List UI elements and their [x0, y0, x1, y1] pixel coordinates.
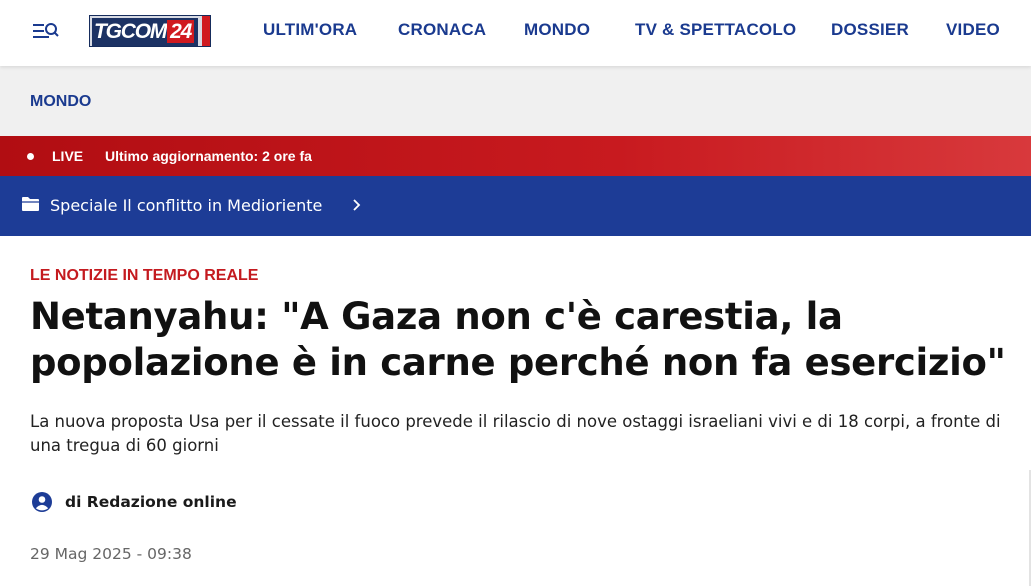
logo-wordmark: TGCOM 24: [92, 18, 199, 46]
article-subtitle: La nuova proposta Usa per il cessate il …: [30, 412, 1001, 455]
nav-video[interactable]: VIDEO: [946, 20, 1000, 40]
publish-date: 29 Mag 2025 - 09:38: [30, 545, 192, 563]
logo-number: 24: [167, 20, 195, 43]
last-update-text: Ultimo aggiornamento: 2 ore fa: [105, 148, 312, 164]
nav-dossier[interactable]: DOSSIER: [831, 20, 909, 40]
article-title: Netanyahu: "A Gaza non c'è carestia, la …: [30, 295, 1006, 384]
nav-mondo[interactable]: MONDO: [524, 20, 590, 40]
live-dot-icon: [27, 153, 34, 160]
logo-stripe: [202, 16, 210, 46]
section-label-mondo[interactable]: MONDO: [30, 93, 91, 111]
special-label: Speciale Il conflitto in Medioriente: [50, 196, 323, 215]
top-header: TGCOM 24 ULTIM'ORA CRONACA MONDO TV & SPE…: [0, 0, 1031, 66]
nav-tv-spettacolo[interactable]: TV & SPETTACOLO: [635, 20, 796, 40]
folder-icon: [22, 197, 39, 211]
user-circle-icon: [32, 492, 52, 512]
tgcom24-logo[interactable]: TGCOM 24: [89, 15, 211, 47]
special-coverage-link[interactable]: Speciale Il conflitto in Medioriente: [0, 176, 1031, 236]
live-bar: LIVE Ultimo aggiornamento: 2 ore fa: [0, 136, 1031, 176]
nav-ultimora[interactable]: ULTIM'ORA: [263, 20, 357, 40]
menu-search-icon[interactable]: [33, 19, 59, 43]
article-kicker: LE NOTIZIE IN TEMPO REALE: [30, 267, 259, 284]
nav-cronaca[interactable]: CRONACA: [398, 20, 486, 40]
section-bar: MONDO: [0, 66, 1031, 136]
live-label: LIVE: [52, 148, 84, 164]
author-name: di Redazione online: [65, 493, 237, 511]
chevron-right-icon: [353, 199, 361, 211]
